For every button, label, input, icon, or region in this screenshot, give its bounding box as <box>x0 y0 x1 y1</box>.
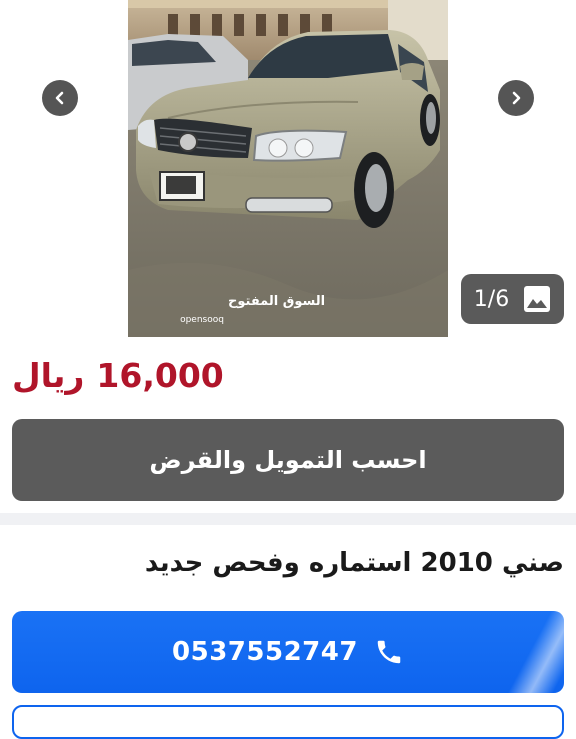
section-divider <box>0 513 576 525</box>
chevron-right-icon <box>512 91 521 105</box>
price-amount: 16,000 <box>96 355 224 395</box>
car-photo[interactable]: السوق المفتوح opensooq <box>128 0 448 337</box>
image-counter-text: 1/6 <box>473 286 510 312</box>
finance-button-label: احسب التمويل والقرض <box>149 446 427 474</box>
image-icon <box>524 286 551 312</box>
price: 16,000 ريال <box>12 350 224 400</box>
listing-title: صني 2010 استماره وفحص جديد <box>144 548 564 578</box>
price-currency: ريال <box>12 355 85 395</box>
watermark-ar: السوق المفتوح <box>228 294 325 309</box>
image-gallery[interactable]: السوق المفتوح opensooq 1/6 <box>0 0 576 340</box>
image-counter[interactable]: 1/6 <box>461 274 564 324</box>
call-button[interactable]: 0537552747 <box>12 611 564 693</box>
secondary-action-button[interactable] <box>12 705 564 739</box>
chevron-left-icon <box>55 91 64 105</box>
phone-icon <box>377 640 401 664</box>
watermark-en: opensooq <box>180 315 224 325</box>
phone-number: 0537552747 <box>172 637 358 667</box>
finance-calculator-button[interactable]: احسب التمويل والقرض <box>12 419 564 501</box>
previous-image-button[interactable] <box>42 80 78 116</box>
button-shine <box>506 611 564 693</box>
next-image-button[interactable] <box>498 80 534 116</box>
car-photo-illustration: السوق المفتوح opensooq <box>128 0 448 337</box>
